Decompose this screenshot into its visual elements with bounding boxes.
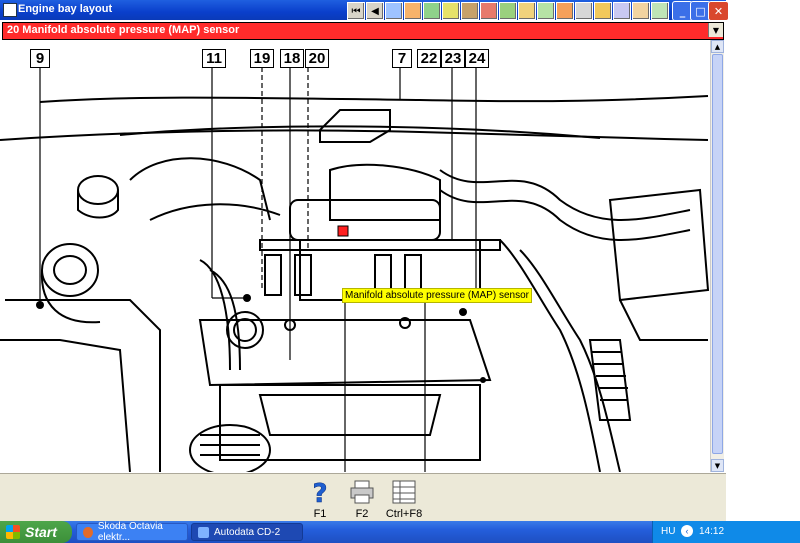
autodata-icon [198, 526, 209, 538]
tool-icon-7[interactable] [499, 2, 517, 20]
title-bar: Engine bay layout ⏮ ◀ _ □ ✕ [0, 0, 729, 21]
chevron-down-icon[interactable]: ▼ [708, 23, 723, 37]
callout-23[interactable]: 23 [441, 49, 465, 68]
tool-icon-3[interactable] [423, 2, 441, 20]
tool-icon-10[interactable] [556, 2, 574, 20]
browser-icon [83, 526, 93, 538]
callout-19[interactable]: 19 [250, 49, 274, 68]
callout-22[interactable]: 22 [417, 49, 441, 68]
print-button-label: F2 [355, 508, 369, 520]
tool-icon-6[interactable] [480, 2, 498, 20]
task-autodata-label: Autodata CD-2 [214, 526, 281, 538]
close-button[interactable]: ✕ [708, 1, 729, 21]
tool-icon-13[interactable] [613, 2, 631, 20]
app-icon [3, 3, 17, 17]
component-select-value: 20 Manifold absolute pressure (MAP) sens… [7, 24, 240, 36]
task-autodata[interactable]: Autodata CD-2 [191, 523, 303, 541]
tool-icon-11[interactable] [575, 2, 593, 20]
question-mark-icon: ? [312, 479, 328, 506]
engine-bay-diagram: 9 11 19 18 20 7 22 23 24 Manifold absolu… [0, 40, 710, 472]
bottom-toolbar: ? F1 F2 Ctrl+F8 [0, 473, 726, 522]
language-indicator[interactable]: HU [661, 526, 675, 537]
tool-icon-4[interactable] [442, 2, 460, 20]
component-tooltip: Manifold absolute pressure (MAP) sensor [342, 288, 532, 303]
tool-icon-1[interactable] [385, 2, 403, 20]
callout-18[interactable]: 18 [280, 49, 304, 68]
prev-icon[interactable]: ◀ [366, 2, 384, 20]
tool-icon-8[interactable] [518, 2, 536, 20]
start-button[interactable]: Start [0, 521, 72, 543]
scroll-thumb[interactable] [712, 54, 723, 454]
table-button-label: Ctrl+F8 [385, 508, 423, 520]
task-skoda-label: Skoda Octavia elektr... [97, 521, 163, 543]
windows-flag-icon [6, 525, 20, 539]
system-tray: HU ‹ 14:12 [652, 521, 800, 543]
tool-icon-5[interactable] [461, 2, 479, 20]
print-button[interactable]: F2 [342, 476, 382, 520]
clock: 14:12 [699, 526, 725, 537]
tool-icon-12[interactable] [594, 2, 612, 20]
tray-arrow-icon[interactable]: ‹ [681, 525, 693, 537]
callout-20[interactable]: 20 [305, 49, 329, 68]
svg-text:?: ? [312, 479, 327, 506]
window-title: Engine bay layout [18, 3, 113, 15]
tool-icon-2[interactable] [404, 2, 422, 20]
start-label: Start [25, 524, 57, 540]
tool-icon-14[interactable] [632, 2, 650, 20]
taskbar: Start Skoda Octavia elektr... Autodata C… [0, 521, 800, 543]
printer-icon [350, 480, 374, 504]
first-icon[interactable]: ⏮ [347, 2, 365, 20]
scroll-down-icon[interactable]: ▼ [711, 459, 724, 472]
callout-11[interactable]: 11 [202, 49, 226, 68]
component-select[interactable]: 20 Manifold absolute pressure (MAP) sens… [2, 22, 724, 40]
callout-24[interactable]: 24 [465, 49, 489, 68]
table-list-icon [392, 480, 416, 504]
table-button[interactable]: Ctrl+F8 [384, 476, 424, 520]
engine-drawing [0, 67, 710, 472]
help-button[interactable]: ? F1 [300, 476, 340, 520]
help-button-label: F1 [313, 508, 327, 520]
callout-9[interactable]: 9 [30, 49, 50, 68]
tool-icon-9[interactable] [537, 2, 555, 20]
task-skoda[interactable]: Skoda Octavia elektr... [76, 521, 188, 543]
callout-7[interactable]: 7 [392, 49, 412, 68]
vertical-scrollbar[interactable]: ▲ ▼ [710, 40, 724, 472]
scroll-up-icon[interactable]: ▲ [711, 40, 724, 53]
tool-icon-15[interactable] [651, 2, 669, 20]
